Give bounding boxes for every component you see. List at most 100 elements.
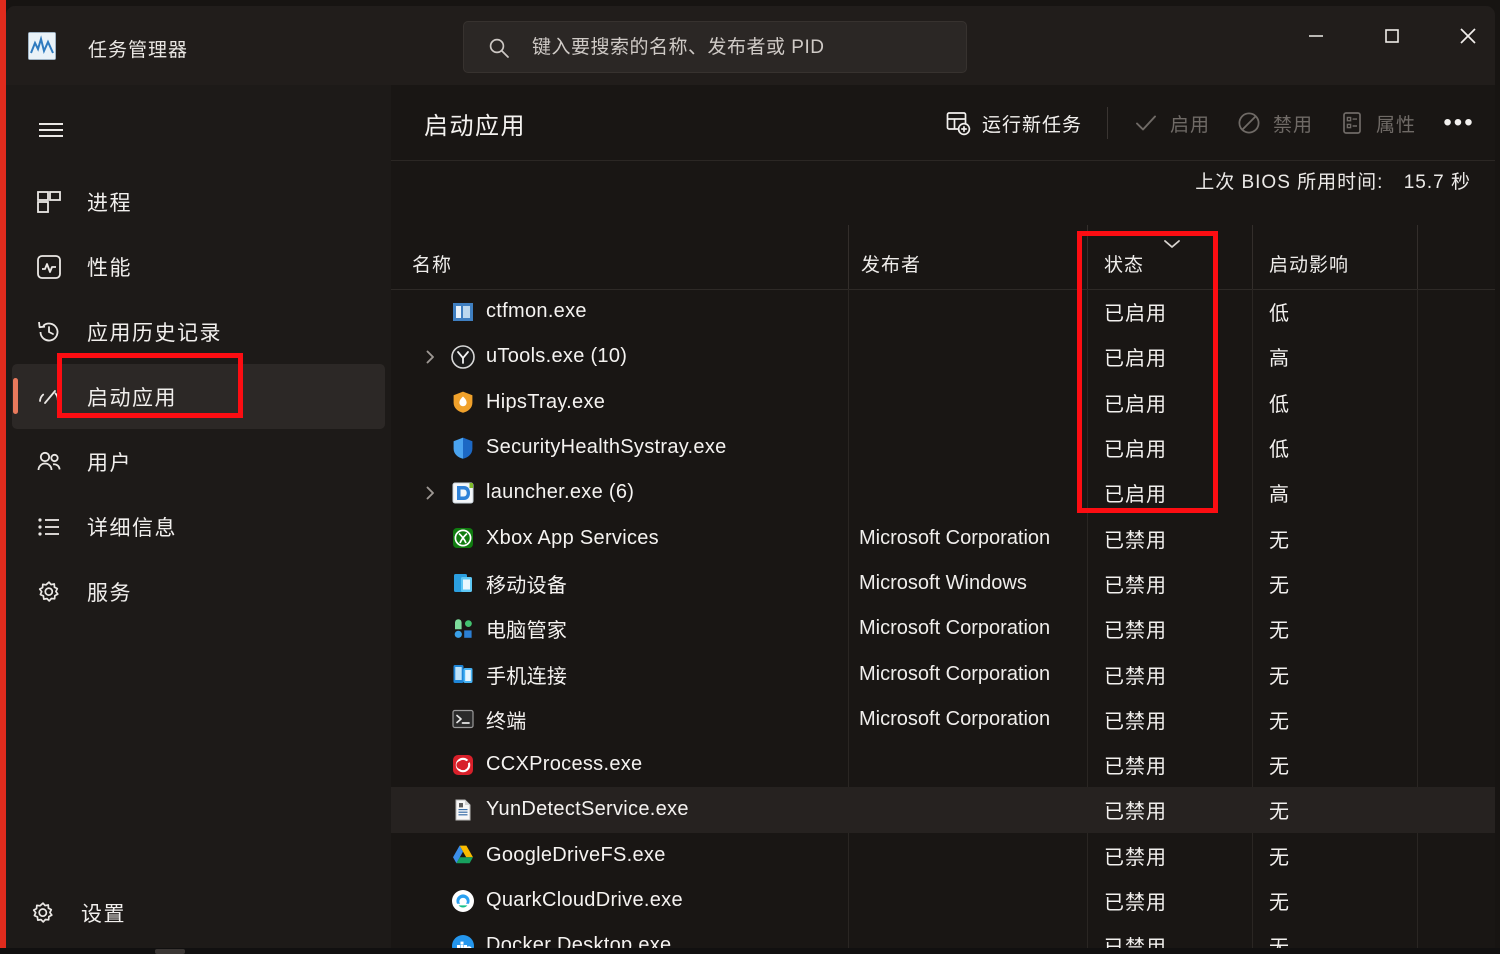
more-options-button[interactable]: ••• — [1435, 103, 1483, 143]
sidebar-item-settings[interactable]: 设置 — [6, 880, 391, 945]
minimize-button[interactable] — [1286, 12, 1346, 60]
startup-apps-icon — [29, 377, 69, 417]
table-row[interactable]: GoogleDriveFS.exe 已禁用 无 — [391, 833, 1495, 878]
row-name: YunDetectService.exe — [486, 798, 689, 821]
column-header-name[interactable]: 名称 — [412, 250, 452, 277]
column-header-publisher[interactable]: 发布者 — [861, 250, 921, 277]
sidebar-item-label: 应用历史记录 — [87, 321, 222, 345]
row-status: 已禁用 — [1104, 620, 1167, 643]
row-name: launcher.exe (6) — [486, 481, 635, 504]
screen-bottom-edge — [0, 948, 1500, 954]
table-row[interactable]: QuarkCloudDrive.exe 已禁用 无 — [391, 878, 1495, 923]
properties-icon — [1339, 110, 1365, 136]
sidebar-item-performance[interactable]: 性能 — [12, 234, 385, 299]
row-name: CCXProcess.exe — [486, 753, 643, 776]
column-header-startup-impact[interactable]: 启动影响 — [1269, 250, 1349, 277]
search-icon — [488, 37, 510, 59]
row-impact: 无 — [1269, 923, 1289, 948]
table-row[interactable]: YunDetectService.exe 已禁用 无 — [391, 787, 1495, 833]
search-input[interactable]: 键入要搜索的名称、发布者或 PID — [532, 35, 824, 61]
column-divider[interactable] — [1252, 225, 1253, 289]
task-manager-window: 任务管理器 键入要搜索的名称、发布者或 PID 进程 性能 应用历史记录 启动应… — [6, 6, 1495, 948]
run-new-task-button[interactable]: 运行新任务 — [932, 102, 1095, 145]
row-status: 已禁用 — [1104, 923, 1167, 948]
sidebar-item-processes[interactable]: 进程 — [12, 169, 385, 234]
row-status: 已禁用 — [1104, 574, 1167, 597]
sidebar-item-app-history[interactable]: 应用历史记录 — [12, 299, 385, 364]
close-button[interactable] — [1438, 12, 1495, 60]
row-status: 已启用 — [1104, 484, 1167, 507]
pc-manager-icon — [450, 606, 476, 651]
row-publisher: Microsoft Windows — [859, 571, 1027, 594]
table-row[interactable]: 终端 Microsoft Corporation 已禁用 无 — [391, 697, 1495, 742]
row-status: 已禁用 — [1104, 846, 1167, 869]
content-pane: 启动应用 运行新任务 启用 禁用 属性 ••• 上次 BIOS 所用时间: 15… — [391, 85, 1495, 948]
command-bar: 启动应用 运行新任务 启用 禁用 属性 ••• — [391, 85, 1495, 161]
bios-time-value: 15.7 秒 — [1403, 172, 1471, 193]
table-row[interactable]: HipsTray.exe 已启用 低 — [391, 380, 1495, 425]
row-impact: 无 — [1269, 665, 1289, 688]
sidebar: 进程 性能 应用历史记录 启动应用 用户 详细信息 服务 设置 — [6, 85, 391, 948]
row-name: QuarkCloudDrive.exe — [486, 889, 683, 911]
column-divider[interactable] — [1087, 225, 1088, 289]
table-row[interactable]: 手机连接 Microsoft Corporation 已禁用 无 — [391, 651, 1495, 696]
table-row[interactable]: SecurityHealthSystray.exe 已启用 低 — [391, 425, 1495, 470]
sidebar-item-details[interactable]: 详细信息 — [12, 494, 385, 559]
properties-button[interactable]: 属性 — [1326, 102, 1429, 145]
table-row[interactable]: 移动设备 Microsoft Windows 已禁用 无 — [391, 561, 1495, 606]
adobe-cc-icon — [450, 742, 476, 787]
hipstray-icon — [450, 380, 476, 425]
chevron-right-icon[interactable] — [419, 334, 441, 379]
column-divider[interactable] — [848, 225, 849, 289]
command-separator — [1106, 107, 1108, 139]
overflow-menu-label: ••• — [1443, 109, 1475, 136]
utools-icon — [450, 334, 476, 379]
table-row[interactable]: Docker Desktop.exe 已禁用 无 — [391, 923, 1495, 948]
chevron-right-icon[interactable] — [419, 470, 441, 515]
ctfmon-icon — [450, 289, 476, 334]
maximize-button[interactable] — [1362, 12, 1422, 60]
xbox-icon — [450, 515, 476, 560]
table-row[interactable]: CCXProcess.exe 已禁用 无 — [391, 742, 1495, 787]
sidebar-item-label: 进程 — [87, 191, 132, 215]
table-header-row: 名称 发布者 状态 启动影响 — [391, 225, 1495, 290]
disable-button[interactable]: 禁用 — [1223, 102, 1326, 145]
search-box[interactable]: 键入要搜索的名称、发布者或 PID — [463, 21, 967, 73]
command-buttons: 运行新任务 启用 禁用 属性 ••• — [932, 85, 1483, 161]
table-row[interactable]: launcher.exe (6) 已启用 高 — [391, 470, 1495, 515]
sidebar-nav-list: 进程 性能 应用历史记录 启动应用 用户 详细信息 服务 — [6, 169, 391, 624]
row-name: ctfmon.exe — [486, 300, 587, 323]
row-impact: 无 — [1269, 620, 1289, 643]
processes-icon — [29, 182, 69, 222]
sidebar-item-services[interactable]: 服务 — [12, 559, 385, 624]
task-manager-icon — [28, 32, 56, 60]
enable-button[interactable]: 启用 — [1120, 102, 1223, 145]
column-header-status[interactable]: 状态 — [1104, 250, 1144, 277]
row-publisher: Microsoft Corporation — [859, 617, 1051, 640]
row-status: 已禁用 — [1104, 710, 1167, 733]
row-impact: 无 — [1269, 846, 1289, 869]
terminal-icon — [450, 697, 476, 742]
row-impact: 高 — [1269, 484, 1289, 507]
sidebar-item-startup-apps[interactable]: 启动应用 — [12, 364, 385, 429]
row-impact: 无 — [1269, 710, 1289, 733]
capture-edge-marker — [0, 0, 6, 954]
command-button-label: 属性 — [1375, 114, 1416, 136]
hamburger-icon — [39, 123, 63, 137]
sidebar-item-label: 设置 — [81, 902, 126, 926]
row-impact: 高 — [1269, 348, 1289, 371]
row-status: 已启用 — [1104, 393, 1167, 416]
row-name: SecurityHealthSystray.exe — [486, 436, 727, 459]
hamburger-menu-button[interactable] — [24, 105, 78, 155]
sidebar-item-users[interactable]: 用户 — [12, 429, 385, 494]
table-row[interactable]: Xbox App Services Microsoft Corporation 已禁… — [391, 515, 1495, 560]
table-row[interactable]: 电脑管家 Microsoft Corporation 已禁用 无 — [391, 606, 1495, 651]
row-status: 已启用 — [1104, 439, 1167, 462]
row-status: 已禁用 — [1104, 801, 1167, 824]
table-row[interactable]: ctfmon.exe 已启用 低 — [391, 289, 1495, 334]
table-row[interactable]: uTools.exe (10) 已启用 高 — [391, 334, 1495, 379]
launcher-icon — [450, 470, 476, 515]
row-impact: 低 — [1269, 393, 1289, 416]
column-divider[interactable] — [1417, 225, 1418, 289]
vertical-scrollbar[interactable] — [1479, 365, 1493, 948]
